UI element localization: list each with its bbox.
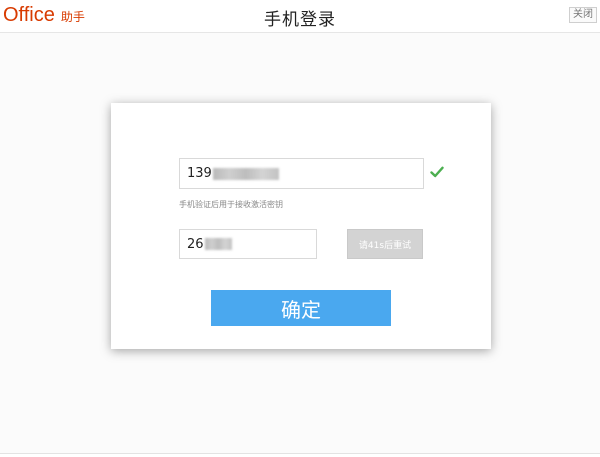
phone-masked-digits xyxy=(212,167,279,180)
confirm-button[interactable]: 确定 xyxy=(211,290,391,326)
phone-input-value: 139 xyxy=(187,166,212,181)
verification-code-input[interactable]: 26 xyxy=(179,229,317,259)
title-bar: Office 助手 手机登录 关闭 xyxy=(0,0,600,33)
check-icon xyxy=(430,166,444,178)
page-title: 手机登录 xyxy=(264,10,336,30)
code-input-value: 26 xyxy=(187,236,204,252)
resend-code-button[interactable]: 请41s后重试 xyxy=(347,229,423,259)
phone-input[interactable]: 139 xyxy=(179,158,424,189)
code-masked-digits xyxy=(204,238,232,250)
login-dialog: 139 手机验证后用于接收激活密钥 26 请41s后重试 确定 xyxy=(111,103,491,349)
phone-hint: 手机验证后用于接收激活密钥 xyxy=(179,200,283,209)
close-button[interactable]: 关闭 xyxy=(569,7,597,23)
bottom-divider xyxy=(0,453,600,454)
